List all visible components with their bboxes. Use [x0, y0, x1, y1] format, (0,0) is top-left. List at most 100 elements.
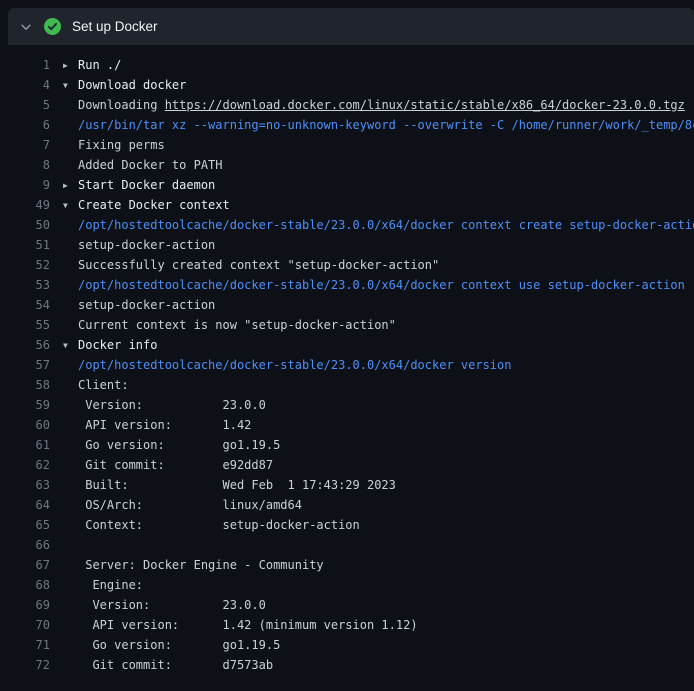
log-text: Context: setup-docker-action: [78, 518, 360, 532]
line-number[interactable]: 65: [0, 518, 50, 532]
log-line: 6/usr/bin/tar xz --warning=no-unknown-ke…: [0, 115, 694, 135]
line-number[interactable]: 54: [0, 298, 50, 312]
log-line: 5 Downloading https://download.docker.com…: [0, 95, 694, 115]
collapse-group-icon[interactable]: ▼: [63, 81, 78, 90]
log-line: 1 ▶Run ./: [0, 55, 694, 75]
log-line: 64 OS/Arch: linux/amd64: [0, 495, 694, 515]
log-line: 7 Fixing perms: [0, 135, 694, 155]
log-text: setup-docker-action: [78, 298, 215, 312]
log-text: Client:: [78, 378, 129, 392]
line-number[interactable]: 53: [0, 278, 50, 292]
line-number[interactable]: 52: [0, 258, 50, 272]
line-number[interactable]: 67: [0, 558, 50, 572]
log-line: 71 Go version: go1.19.5: [0, 635, 694, 655]
log-link[interactable]: https://download.docker.com/linux/static…: [165, 98, 685, 112]
expand-group-icon[interactable]: ▶: [63, 61, 78, 70]
line-number[interactable]: 64: [0, 498, 50, 512]
log-text: Current context is now "setup-docker-act…: [78, 318, 396, 332]
line-number[interactable]: 66: [0, 538, 50, 552]
chevron-down-icon[interactable]: [16, 20, 36, 34]
log-line: 56 ▼Docker info: [0, 335, 694, 355]
log-line: 60 API version: 1.42: [0, 415, 694, 435]
log-line: 49 ▼Create Docker context: [0, 195, 694, 215]
log-text: Git commit: d7573ab: [78, 658, 273, 672]
line-number[interactable]: 4: [0, 78, 50, 92]
log-text: Engine:: [78, 578, 143, 592]
line-number[interactable]: 72: [0, 658, 50, 672]
line-number[interactable]: 68: [0, 578, 50, 592]
log-line: 9 ▶Start Docker daemon: [0, 175, 694, 195]
line-number[interactable]: 5: [0, 98, 50, 112]
line-number[interactable]: 9: [0, 178, 50, 192]
log-line: 53/opt/hostedtoolcache/docker-stable/23.…: [0, 275, 694, 295]
line-number[interactable]: 63: [0, 478, 50, 492]
line-number[interactable]: 50: [0, 218, 50, 232]
log-text: setup-docker-action: [78, 238, 215, 252]
line-number[interactable]: 57: [0, 358, 50, 372]
log-line: 72 Git commit: d7573ab: [0, 655, 694, 675]
log-text: OS/Arch: linux/amd64: [78, 498, 302, 512]
command-text: /opt/hostedtoolcache/docker-stable/23.0.…: [78, 278, 685, 292]
log-text: Downloading https://download.docker.com/…: [78, 98, 685, 112]
log-line: 8 Added Docker to PATH: [0, 155, 694, 175]
collapse-group-icon[interactable]: ▼: [63, 341, 78, 350]
log-text: Fixing perms: [78, 138, 165, 152]
group-title: Create Docker context: [78, 198, 230, 212]
log-line: 58 Client:: [0, 375, 694, 395]
line-number[interactable]: 58: [0, 378, 50, 392]
log-line: 61 Go version: go1.19.5: [0, 435, 694, 455]
line-number[interactable]: 70: [0, 618, 50, 632]
command-text: /opt/hostedtoolcache/docker-stable/23.0.…: [78, 218, 694, 232]
log-text: Successfully created context "setup-dock…: [78, 258, 439, 272]
success-check-icon: [42, 18, 62, 35]
line-number[interactable]: 56: [0, 338, 50, 352]
log-line: 59 Version: 23.0.0: [0, 395, 694, 415]
log-line: 4 ▼Download docker: [0, 75, 694, 95]
log-text: API version: 1.42 (minimum version 1.12): [78, 618, 418, 632]
line-number[interactable]: 62: [0, 458, 50, 472]
collapse-group-icon[interactable]: ▼: [63, 201, 78, 210]
log-line: 69 Version: 23.0.0: [0, 595, 694, 615]
line-number[interactable]: 71: [0, 638, 50, 652]
log-line: 55 Current context is now "setup-docker-a…: [0, 315, 694, 335]
command-text: /usr/bin/tar xz --warning=no-unknown-key…: [78, 118, 694, 132]
log-text: Added Docker to PATH: [78, 158, 223, 172]
log-text: Git commit: e92dd87: [78, 458, 273, 472]
log-line: 57/opt/hostedtoolcache/docker-stable/23.…: [0, 355, 694, 375]
line-number[interactable]: 51: [0, 238, 50, 252]
line-number[interactable]: 8: [0, 158, 50, 172]
log-text: Version: 23.0.0: [78, 398, 266, 412]
log-text: Version: 23.0.0: [78, 598, 266, 612]
log-text: Go version: go1.19.5: [78, 438, 280, 452]
step-header[interactable]: Set up Docker: [8, 8, 694, 45]
log-line: 67 Server: Docker Engine - Community: [0, 555, 694, 575]
log-text: Server: Docker Engine - Community: [78, 558, 324, 572]
log-line: 50/opt/hostedtoolcache/docker-stable/23.…: [0, 215, 694, 235]
log-line: 66: [0, 535, 694, 555]
line-number[interactable]: 69: [0, 598, 50, 612]
log-line: 65 Context: setup-docker-action: [0, 515, 694, 535]
command-text: /opt/hostedtoolcache/docker-stable/23.0.…: [78, 358, 511, 372]
group-title: Docker info: [78, 338, 157, 352]
line-number[interactable]: 61: [0, 438, 50, 452]
group-title: Run ./: [78, 58, 121, 72]
expand-group-icon[interactable]: ▶: [63, 181, 78, 190]
line-number[interactable]: 60: [0, 418, 50, 432]
line-number[interactable]: 6: [0, 118, 50, 132]
line-number[interactable]: 59: [0, 398, 50, 412]
log-line: 51 setup-docker-action: [0, 235, 694, 255]
actions-log-page: Set up Docker 1▶Run ./4▼Download docker5…: [0, 8, 694, 675]
line-number[interactable]: 7: [0, 138, 50, 152]
log-line: 63 Built: Wed Feb 1 17:43:29 2023: [0, 475, 694, 495]
group-title: Download docker: [78, 78, 186, 92]
line-number[interactable]: 49: [0, 198, 50, 212]
log-line: 62 Git commit: e92dd87: [0, 455, 694, 475]
log-container: 1▶Run ./4▼Download docker5Downloading ht…: [0, 45, 694, 675]
step-title: Set up Docker: [72, 19, 158, 34]
log-text: API version: 1.42: [78, 418, 251, 432]
line-number[interactable]: 1: [0, 58, 50, 72]
log-line: 54 setup-docker-action: [0, 295, 694, 315]
line-number[interactable]: 55: [0, 318, 50, 332]
log-text: Go version: go1.19.5: [78, 638, 280, 652]
group-title: Start Docker daemon: [78, 178, 215, 192]
